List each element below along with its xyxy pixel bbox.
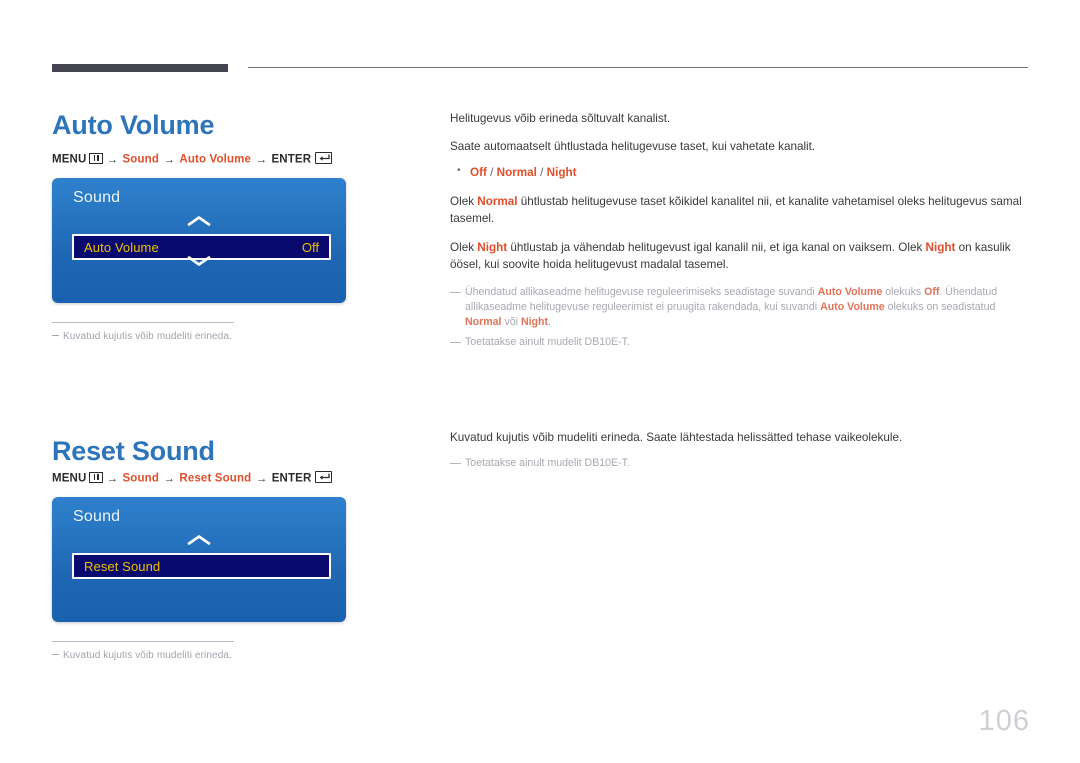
- body-column-reset-sound: Kuvatud kujutis võib mudeliti erineda. S…: [450, 418, 1028, 476]
- menu-grid-icon: [89, 471, 104, 483]
- p3-part-a: Olek: [450, 194, 478, 208]
- enter-label: ENTER: [271, 153, 312, 166]
- path-arrow-2: →: [163, 472, 176, 485]
- header-rule: [248, 67, 1028, 68]
- paragraph-normal-desc: Olek Normal ühtlustab helitugevuse taset…: [450, 194, 1028, 228]
- footnote-dash-icon: [52, 654, 59, 655]
- paragraph-reset-desc: Kuvatud kujutis võib mudeliti erineda. S…: [450, 430, 903, 444]
- note1-term-night: Night: [520, 315, 549, 328]
- osd-panel-auto-volume: Sound Auto Volume Off: [52, 178, 346, 303]
- osd-row-label: Auto Volume: [84, 239, 159, 255]
- enter-label: ENTER: [271, 472, 312, 485]
- enter-key-icon: [315, 152, 333, 164]
- footnote-text-wrap: Kuvatud kujutis võib mudeliti erineda.: [52, 650, 352, 661]
- path-step-sound: Sound: [122, 153, 160, 166]
- path-arrow-1: →: [106, 153, 119, 166]
- note-model-support: Toetatakse ainult mudelit DB10E-T.: [450, 335, 1028, 350]
- note1-term-off: Off: [924, 285, 940, 298]
- menu-label: MENU: [52, 472, 87, 485]
- paragraph-night-desc: Olek Night ühtlustab ja vähendab helitug…: [450, 240, 1028, 274]
- page-number: 106: [978, 705, 1030, 737]
- note-connected-source: Ühendatud allikaseadme helitugevuse regu…: [450, 285, 1028, 330]
- option-sep-2: /: [536, 166, 547, 180]
- p3-part-c: ühtlustab helitugevuse taset kõikidel ka…: [450, 194, 1022, 225]
- option-sep-1: /: [486, 166, 497, 180]
- osd-panel-reset-sound: Sound Reset Sound: [52, 497, 346, 622]
- menu-path-reset-sound: MENU → Sound → Reset Sound → ENTER: [52, 471, 333, 485]
- menu-path-auto-volume: MENU → Sound → Auto Volume → ENTER: [52, 152, 333, 166]
- paragraph-intro-1: Helitugevus võib erineda sõltuvalt kanal…: [450, 111, 671, 125]
- note-model-support: Toetatakse ainult mudelit DB10E-T.: [450, 456, 1028, 471]
- option-normal: Normal: [496, 166, 537, 180]
- p4-term-night-2: Night: [925, 240, 956, 254]
- footnote-text: Kuvatud kujutis võib mudeliti erineda.: [63, 650, 232, 661]
- page-title-reset-sound: Reset Sound: [52, 436, 215, 467]
- body-column-auto-volume: Helitugevus võib erineda sõltuvalt kanal…: [450, 99, 1028, 355]
- p4-term-night-1: Night: [477, 240, 508, 254]
- panel-footnote-auto-volume: Kuvatud kujutis võib mudeliti erineda.: [52, 322, 352, 342]
- path-arrow-3: →: [255, 153, 268, 166]
- chevron-up-icon[interactable]: [52, 533, 346, 552]
- header-accent-bar: [52, 64, 228, 72]
- note1-part-k: .: [548, 315, 551, 328]
- page-title-auto-volume: Auto Volume: [52, 110, 215, 141]
- p3-term-normal: Normal: [477, 194, 518, 208]
- option-night: Night: [546, 166, 577, 180]
- osd-row-auto-volume[interactable]: Auto Volume Off: [72, 234, 331, 260]
- path-step-auto-volume: Auto Volume: [179, 153, 252, 166]
- menu-grid-icon: [89, 152, 104, 164]
- path-arrow-1: →: [106, 472, 119, 485]
- osd-row-reset-sound[interactable]: Reset Sound: [72, 553, 331, 579]
- osd-row-label: Reset Sound: [84, 558, 161, 574]
- path-arrow-3: →: [255, 472, 268, 485]
- osd-panel-title: Sound: [73, 189, 121, 206]
- osd-row-value: Off: [301, 239, 319, 255]
- note1-part-a: Ühendatud allikaseadme helitugevuse regu…: [465, 285, 818, 298]
- osd-panel-title: Sound: [73, 508, 121, 525]
- note1-part-g: olekuks on seadistatud: [884, 300, 996, 313]
- option-list-item: Off / Normal / Night: [450, 164, 1028, 182]
- option-off: Off: [470, 166, 487, 180]
- note1-part-c: olekuks: [882, 285, 925, 298]
- path-arrow-2: →: [163, 153, 176, 166]
- p4-part-a: Olek: [450, 240, 478, 254]
- note1-term-auto-volume-2: Auto Volume: [820, 300, 885, 313]
- note1-part-i: või: [501, 315, 521, 328]
- panel-footnote-reset-sound: Kuvatud kujutis võib mudeliti erineda.: [52, 641, 352, 661]
- chevron-up-icon[interactable]: [52, 214, 346, 233]
- paragraph-intro-2: Saate automaatselt ühtlustada helitugevu…: [450, 140, 816, 154]
- menu-label: MENU: [52, 153, 87, 166]
- footnote-dash-icon: [52, 335, 59, 336]
- p4-part-c: ühtlustab ja vähendab helitugevust igal …: [507, 240, 926, 254]
- path-step-reset-sound: Reset Sound: [179, 472, 252, 485]
- note1-term-normal: Normal: [465, 315, 502, 328]
- footnote-text-wrap: Kuvatud kujutis võib mudeliti erineda.: [52, 331, 352, 342]
- path-step-sound: Sound: [122, 472, 160, 485]
- footnote-rule: [52, 322, 234, 323]
- footnote-text: Kuvatud kujutis võib mudeliti erineda.: [63, 331, 232, 342]
- enter-key-icon: [315, 471, 333, 483]
- footnote-rule: [52, 641, 234, 642]
- note1-term-auto-volume-1: Auto Volume: [817, 285, 883, 298]
